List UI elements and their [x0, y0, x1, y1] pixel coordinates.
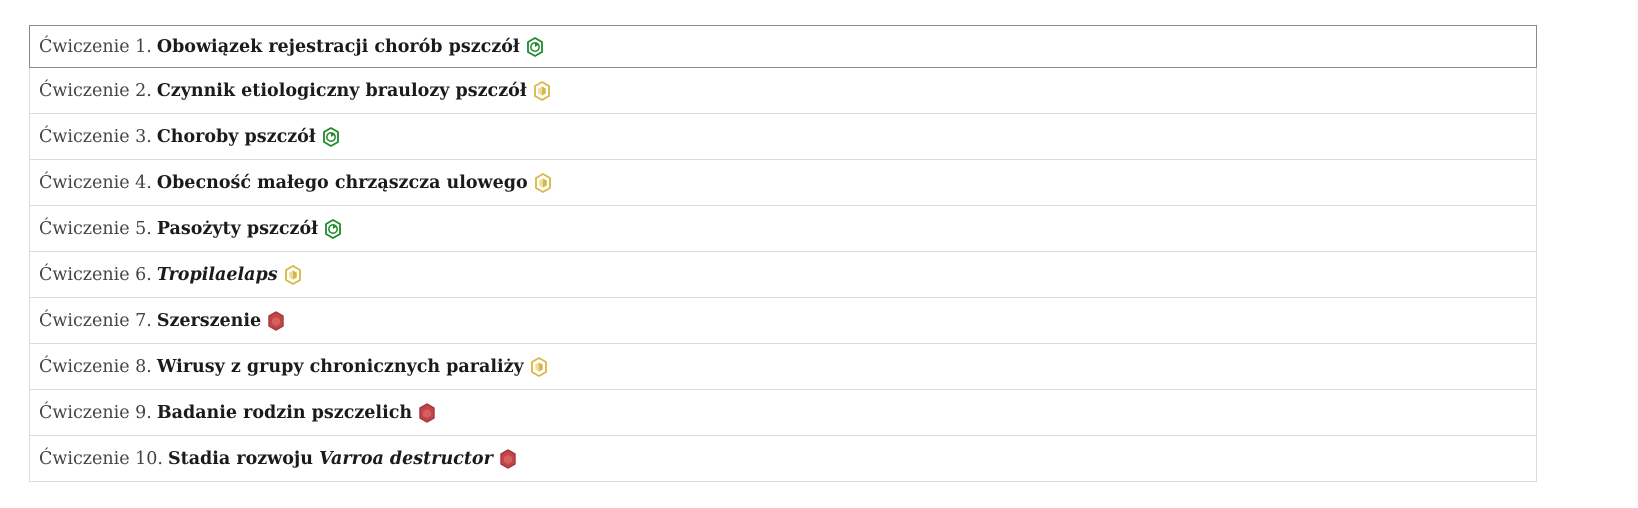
- exercise-title: Czynnik etiologiczny braulozy pszczół: [157, 81, 527, 101]
- status-partial-icon: [532, 80, 552, 102]
- exercise-title-text: Wirusy z grupy chronicznych paraliży: [156, 356, 524, 377]
- exercise-number: Ćwiczenie 7.: [39, 310, 152, 331]
- exercise-title: Choroby pszczół: [157, 127, 316, 147]
- exercise-row-8[interactable]: Ćwiczenie 8. Wirusy z grupy chronicznych…: [29, 344, 1537, 390]
- exercise-title-text: Obecność małego chrząszcza ulowego: [156, 172, 528, 193]
- exercise-number: Ćwiczenie 4.: [39, 172, 152, 193]
- exercise-title: Obowiązek rejestracji chorób pszczół: [157, 37, 520, 57]
- exercise-number: Ćwiczenie 2.: [39, 80, 152, 101]
- status-partial-icon: [533, 172, 553, 194]
- exercise-title-text: Szerszenie: [156, 310, 262, 331]
- exercise-number: Ćwiczenie 6.: [39, 264, 152, 285]
- exercise-row-9[interactable]: Ćwiczenie 9. Badanie rodzin pszczelich: [29, 390, 1537, 436]
- exercise-title: Wirusy z grupy chronicznych paraliży: [157, 357, 524, 377]
- exercise-number: Ćwiczenie 10.: [39, 448, 163, 469]
- exercise-title-text: Czynnik etiologiczny braulozy pszczół: [156, 80, 527, 101]
- exercise-title: Stadia rozwoju Varroa destructor: [168, 449, 493, 469]
- exercise-list: Ćwiczenie 1. Obowiązek rejestracji choró…: [29, 25, 1537, 482]
- exercise-title: Obecność małego chrząszcza ulowego: [157, 173, 528, 193]
- status-done-icon: [321, 126, 341, 148]
- exercise-title: Pasożyty pszczół: [157, 219, 318, 239]
- status-done-icon: [525, 36, 545, 58]
- status-todo-icon: [498, 448, 518, 470]
- exercise-title: Badanie rodzin pszczelich: [157, 403, 412, 423]
- exercise-title: Szerszenie: [157, 311, 261, 331]
- exercise-title-italic: Varroa destructor: [319, 448, 493, 469]
- exercise-title: Tropilaelaps: [157, 265, 278, 285]
- exercise-row-4[interactable]: Ćwiczenie 4. Obecność małego chrząszcza …: [29, 160, 1537, 206]
- exercise-row-5[interactable]: Ćwiczenie 5. Pasożyty pszczół: [29, 206, 1537, 252]
- exercise-title-text: Choroby pszczół: [156, 126, 316, 147]
- status-partial-icon: [529, 356, 549, 378]
- status-todo-icon: [266, 310, 286, 332]
- status-done-icon: [323, 218, 343, 240]
- exercise-row-2[interactable]: Ćwiczenie 2. Czynnik etiologiczny braulo…: [29, 68, 1537, 114]
- exercise-row-1[interactable]: Ćwiczenie 1. Obowiązek rejestracji choró…: [29, 25, 1537, 68]
- exercise-title-italic: Tropilaelaps: [156, 264, 278, 285]
- exercise-title-text: Badanie rodzin pszczelich: [156, 402, 413, 423]
- exercise-row-7[interactable]: Ćwiczenie 7. Szerszenie: [29, 298, 1537, 344]
- exercise-number: Ćwiczenie 8.: [39, 356, 152, 377]
- exercise-title-text: Stadia rozwoju: [167, 448, 320, 469]
- exercise-row-10[interactable]: Ćwiczenie 10. Stadia rozwoju Varroa dest…: [29, 436, 1537, 482]
- exercise-row-6[interactable]: Ćwiczenie 6. Tropilaelaps: [29, 252, 1537, 298]
- exercise-row-3[interactable]: Ćwiczenie 3. Choroby pszczół: [29, 114, 1537, 160]
- exercise-number: Ćwiczenie 1.: [39, 36, 152, 57]
- exercise-number: Ćwiczenie 3.: [39, 126, 152, 147]
- exercise-title-text: Obowiązek rejestracji chorób pszczół: [156, 36, 520, 57]
- exercise-title-text: Pasożyty pszczół: [156, 218, 318, 239]
- exercise-number: Ćwiczenie 9.: [39, 402, 152, 423]
- status-todo-icon: [417, 402, 437, 424]
- status-partial-icon: [283, 264, 303, 286]
- exercise-number: Ćwiczenie 5.: [39, 218, 152, 239]
